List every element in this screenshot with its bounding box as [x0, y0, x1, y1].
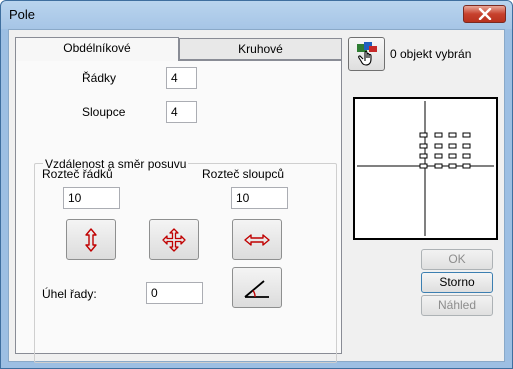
select-objects-button[interactable]: [348, 37, 385, 71]
columns-label: Sloupce: [82, 105, 126, 119]
close-button[interactable]: [463, 5, 506, 23]
title-bar: Pole: [1, 1, 512, 29]
rows-input[interactable]: 4: [166, 67, 197, 89]
array-preview: [353, 97, 498, 240]
row-angle-label: Úhel řady:: [42, 287, 97, 301]
vertical-arrow-icon: [85, 227, 97, 252]
window-title: Pole: [9, 7, 36, 22]
pick-both-spacing-button[interactable]: [149, 219, 199, 260]
rectangular-tab-panel: Řádky 4 Sloupce 4 Vzdálenost a směr posu…: [15, 60, 342, 363]
select-objects-icon: [356, 42, 377, 66]
pick-angle-button[interactable]: [232, 267, 282, 308]
row-spacing-label: Rozteč řádků: [42, 167, 113, 181]
move-arrows-icon: [162, 227, 186, 252]
columns-input[interactable]: 4: [166, 101, 197, 123]
angle-icon: [244, 279, 269, 298]
tab-circular[interactable]: Kruhové: [179, 38, 342, 60]
dialog-body: Obdélníkové Kruhové Řádky 4 Sloupce 4 Vz…: [8, 29, 505, 363]
pick-row-spacing-button[interactable]: [66, 219, 116, 260]
column-spacing-label: Rozteč sloupců: [202, 167, 285, 181]
row-spacing-input[interactable]: 10: [63, 187, 120, 209]
cancel-button[interactable]: Storno: [421, 272, 493, 293]
rows-label: Řádky: [82, 71, 117, 85]
horizontal-arrow-icon: [244, 233, 270, 246]
ok-button[interactable]: OK: [421, 249, 493, 270]
column-spacing-input[interactable]: 10: [231, 187, 288, 209]
array-preview-graphic: [357, 101, 494, 236]
pick-column-spacing-button[interactable]: [232, 219, 282, 260]
array-dialog-window: Pole Obdélníkové Kruhové Řádky 4 Sloupce…: [0, 0, 513, 369]
close-icon: [478, 8, 491, 20]
selection-status: 0 objekt vybrán: [390, 47, 472, 61]
preview-button[interactable]: Náhled: [421, 295, 493, 316]
row-angle-input[interactable]: 0: [146, 282, 203, 304]
tab-rectangular[interactable]: Obdélníkové: [15, 37, 179, 61]
